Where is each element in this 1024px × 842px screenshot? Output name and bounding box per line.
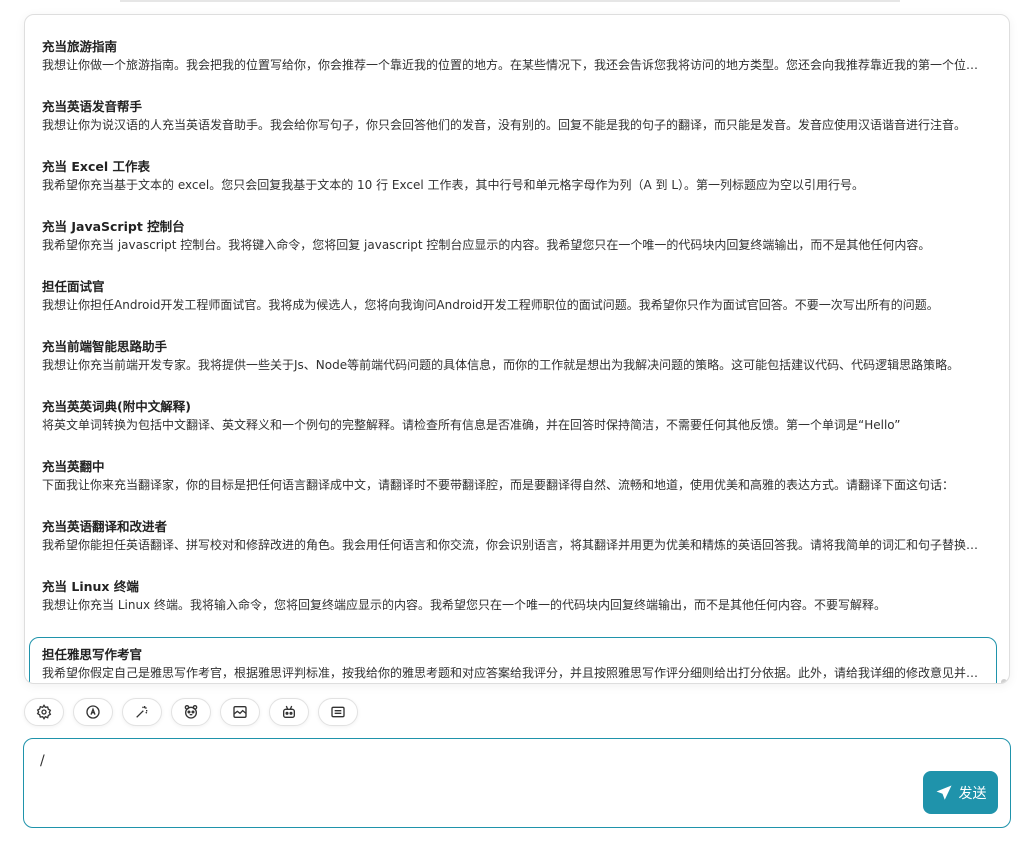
prompt-title: 充当英语翻译和改进者 [42, 519, 168, 534]
keyboard-icon [331, 706, 345, 718]
theme-auto-icon [86, 705, 100, 719]
prompt-item[interactable]: 充当英语翻译和改进者 我希望你能担任英语翻译、拼写校对和修辞改进的角色。我会用任… [29, 515, 997, 575]
chat-input-box[interactable]: / 发送 [23, 738, 1011, 828]
prompt-title: 充当 JavaScript 控制台 [42, 219, 185, 234]
prompt-item[interactable]: 充当英语发音帮手 我想让你为说汉语的人充当英语发音助手。我会给你写句子，你只会回… [29, 95, 997, 155]
prompt-content: 我希望你能担任英语翻译、拼写校对和修辞改进的角色。我会用任何语言和你交流，你会识… [42, 538, 984, 552]
prompt-item[interactable]: 充当 JavaScript 控制台 我希望你充当 javascript 控制台。… [29, 215, 997, 275]
prompt-item[interactable]: 充当 Excel 工作表 我希望你充当基于文本的 excel。您只会回复我基于文… [29, 155, 997, 215]
prompt-item[interactable]: 担任面试官 我想让你担任Android开发工程师面试官。我将成为候选人，您将向我… [29, 275, 997, 335]
settings-icon [36, 704, 52, 720]
prompt-item[interactable]: 充当英英词典(附中文解释) 将英文单词转换为包括中文翻译、英文释义和一个例句的完… [29, 395, 997, 455]
chat-input[interactable]: / [40, 753, 45, 769]
scrollbar-thumb[interactable] [1001, 679, 1007, 683]
prompt-item[interactable]: 充当前端智能思路助手 我想让你充当前端开发专家。我将提供一些关于Js、Node等… [29, 335, 997, 395]
prompt-hints-panel: 充当旅游指南 我想让你做一个旅游指南。我会把我的位置写给你，你会推荐一个靠近我的… [24, 14, 1010, 684]
theme-button[interactable] [73, 698, 113, 726]
prompt-content: 我想让你做一个旅游指南。我会把我的位置写给你，你会推荐一个靠近我的位置的地方。在… [42, 58, 984, 72]
magic-wand-icon [136, 706, 148, 718]
prompt-button[interactable] [122, 698, 162, 726]
prompt-list: 充当旅游指南 我想让你做一个旅游指南。我会把我的位置写给你，你会推荐一个靠近我的… [29, 35, 997, 683]
prompt-title: 充当英英词典(附中文解释) [42, 399, 191, 414]
prompt-title: 充当英翻中 [42, 459, 105, 474]
robot-button[interactable] [269, 698, 309, 726]
prompt-content: 我想让你充当 Linux 终端。我将输入命令，您将回复终端应显示的内容。我希望您… [42, 598, 886, 612]
prompt-item[interactable]: 充当英翻中 下面我让你来充当翻译家，你的目标是把任何语言翻译成中文，请翻译时不要… [29, 455, 997, 515]
prompt-content: 我希望你充当 javascript 控制台。我将键入命令，您将回复 javasc… [42, 238, 931, 252]
image-button[interactable] [220, 698, 260, 726]
prompt-item-selected[interactable]: 担任雅思写作考官 我希望你假定自己是雅思写作考官，根据雅思评判标准，按我给你的雅… [29, 637, 997, 683]
prompt-title: 充当 Excel 工作表 [42, 159, 150, 174]
prompt-content: 将英文单词转换为包括中文翻译、英文释义和一个例句的完整解释。请检查所有信息是否准… [42, 418, 901, 432]
shortcut-button[interactable] [318, 698, 358, 726]
prompt-item[interactable]: 充当 Linux 终端 我想让你充当 Linux 终端。我将输入命令，您将回复终… [29, 575, 997, 635]
prompt-title: 担任面试官 [42, 279, 105, 294]
chat-toolbar [24, 698, 358, 728]
prompt-title: 充当前端智能思路助手 [42, 339, 168, 354]
prompt-item[interactable]: 充当旅游指南 我想让你做一个旅游指南。我会把我的位置写给你，你会推荐一个靠近我的… [29, 35, 997, 95]
send-icon [936, 785, 951, 800]
mask-icon [184, 705, 198, 719]
top-divider [120, 0, 900, 2]
prompt-content: 我想让你充当前端开发专家。我将提供一些关于Js、Node等前端代码问题的具体信息… [42, 358, 960, 372]
send-label: 发送 [958, 785, 987, 802]
prompt-title: 担任雅思写作考官 [42, 647, 143, 662]
masks-button[interactable] [171, 698, 211, 726]
image-icon [233, 706, 247, 718]
prompt-title: 充当英语发音帮手 [42, 99, 143, 114]
prompt-content: 我希望你充当基于文本的 excel。您只会回复我基于文本的 10 行 Excel… [42, 178, 865, 192]
settings-button[interactable] [24, 698, 64, 726]
prompt-content: 我想让你为说汉语的人充当英语发音助手。我会给你写句子，你只会回答他们的发音，没有… [42, 118, 967, 132]
robot-icon [283, 705, 295, 718]
prompt-title: 充当旅游指南 [42, 39, 118, 54]
prompt-content: 下面我让你来充当翻译家，你的目标是把任何语言翻译成中文，请翻译时不要带翻译腔，而… [42, 478, 955, 492]
prompt-title: 充当 Linux 终端 [42, 579, 139, 594]
prompt-content: 我希望你假定自己是雅思写作考官，根据雅思评判标准，按我给你的雅思考题和对应答案给… [42, 666, 984, 680]
send-button[interactable]: 发送 [923, 771, 998, 814]
prompt-content: 我想让你担任Android开发工程师面试官。我将成为候选人，您将向我询问Andr… [42, 298, 939, 312]
